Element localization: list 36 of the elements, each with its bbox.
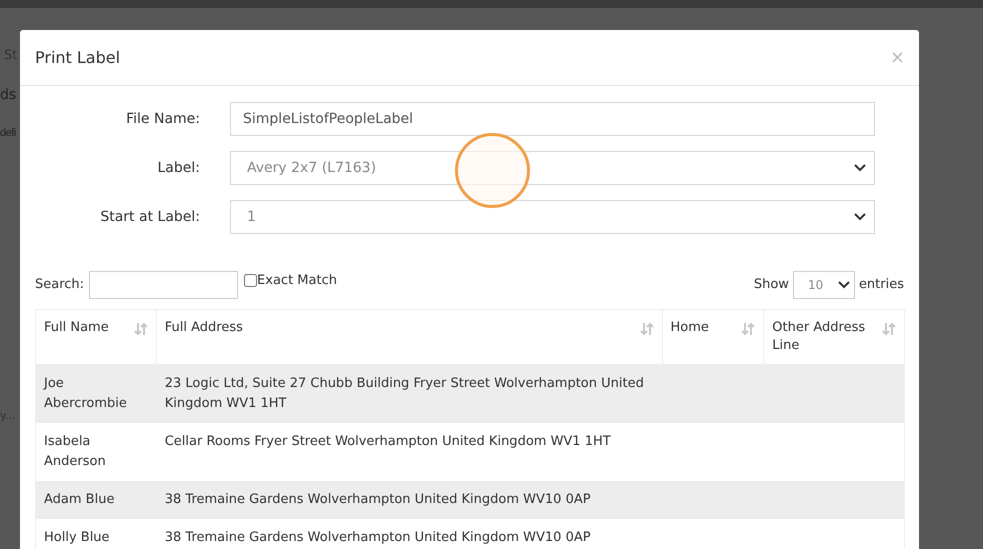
field-label: Start at Label:: [99, 208, 201, 226]
field-label: File Name:: [125, 110, 201, 128]
dropdown-field[interactable]: Avery 2x7 (L7163): [230, 151, 875, 185]
table-cell-text: 38 Tremaine Gardens Wolverhampton United Kingdom WV10 0AP: [164, 529, 592, 547]
search-field[interactable]: [89, 271, 238, 299]
search-label: Search:: [35, 276, 84, 294]
dropdown-value: 10: [808, 277, 824, 294]
table-cell-text: Isabela Anderson: [43, 433, 107, 471]
checkbox-label: Exact Match: [257, 272, 337, 290]
dropdown-field[interactable]: 1: [230, 200, 875, 234]
table-cell-text: Cellar Rooms Fryer Street Wolverhampton United Kingdom WV1 1HT: [164, 433, 612, 451]
table-cell-text: Holly Blue: [43, 529, 111, 547]
entries-dropdown[interactable]: 10: [792, 271, 855, 299]
show-label: Show: [754, 276, 789, 294]
column-header[interactable]: Other Address Line: [764, 310, 904, 364]
field-label: Label:: [156, 158, 201, 178]
column-header[interactable]: Full Address: [156, 310, 663, 364]
dialog-title: Print Label: [35, 46, 120, 68]
dropdown-value: Avery 2x7 (L7163): [247, 158, 376, 178]
sort-icon: [882, 322, 896, 336]
chevron-down-icon: [838, 281, 850, 289]
column-header[interactable]: Home: [662, 310, 764, 364]
file-name-field[interactable]: SimpleListofPeopleLabel: [230, 102, 875, 136]
column-header[interactable]: Full Name: [36, 310, 157, 364]
table-cell-text: 38 Tremaine Gardens Wolverhampton United Kingdom WV10 0AP: [164, 491, 592, 509]
exact-match-checkbox[interactable]: [244, 274, 258, 288]
sort-icon: [640, 322, 654, 336]
table-cell-text: 23 Logic Ltd, Suite 27 Chubb Building Fryer Street Wolverhampton United Kingdom WV1 1HT: [164, 375, 645, 413]
table-cell-text: Adam Blue: [43, 491, 116, 509]
chevron-down-icon: [854, 164, 866, 172]
table-cell-text: Joe Abercrombie: [42, 375, 128, 413]
sort-icon: [741, 322, 756, 336]
chevron-down-icon: [854, 213, 866, 221]
sort-icon: [134, 322, 148, 336]
dropdown-value: 1: [247, 208, 256, 226]
entries-label: entries: [858, 276, 904, 294]
